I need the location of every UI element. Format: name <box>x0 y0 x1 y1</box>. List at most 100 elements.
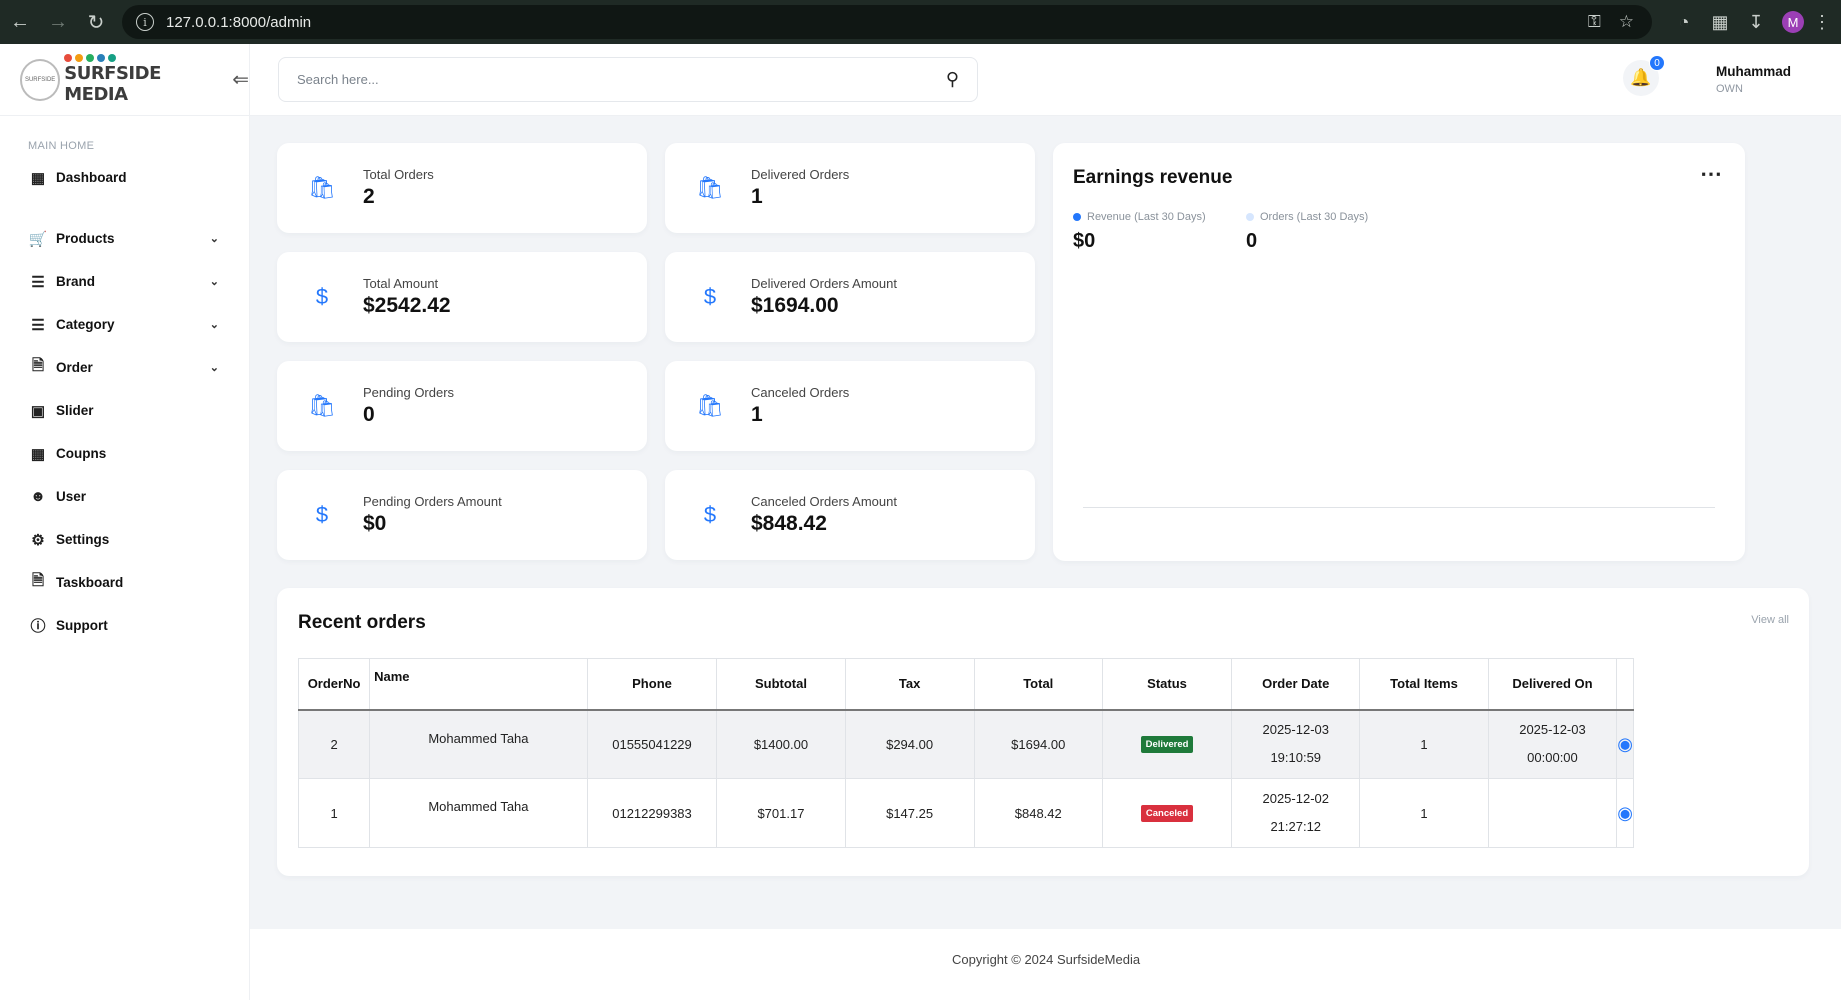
status-badge: Canceled <box>1140 805 1194 822</box>
earnings-title: Earnings revenue <box>1073 167 1233 188</box>
legend-revenue: Revenue (Last 30 Days) <box>1073 211 1206 223</box>
column-header: Order Date <box>1231 658 1361 711</box>
column-header: Phone <box>586 658 718 711</box>
orders-table: OrderNo Name Phone Subtotal Tax Total St… <box>297 658 1634 848</box>
dollar-icon: $ <box>703 284 717 309</box>
table-row: 2 Mohammed Taha 01555041229 $1400.00 $29… <box>297 709 1634 779</box>
profile-avatar[interactable]: M <box>1782 11 1804 33</box>
orders-dot-icon <box>1246 213 1254 221</box>
sidebar-item-slider[interactable]: ▣ Slider <box>28 389 249 432</box>
stat-card-pending-amount: $ Pending Orders Amount $0 <box>277 470 647 560</box>
order-no: 1 <box>297 778 371 848</box>
footer: Copyright © 2024 SurfsideMedia <box>250 929 1841 1000</box>
sidebar-item-brand[interactable]: ☰ Brand ⌄ <box>28 260 249 303</box>
notifications-button[interactable]: 🔔 0 <box>1623 55 1665 96</box>
cart-icon: 🛒 <box>28 230 48 248</box>
column-header: Total <box>973 658 1103 711</box>
grid-icon: ▦ <box>30 169 46 187</box>
total-items: 1 <box>1359 709 1489 779</box>
browser-toolbar: ← → ↻ i 127.0.0.1:8000/admin ⚿ ☆ ◔ ▦ ↧ M… <box>0 0 1841 44</box>
file-plus-icon: 🗎 <box>31 357 45 374</box>
shopping-bag-icon: 🛍 <box>696 175 724 200</box>
layers-icon: ☰ <box>31 316 45 334</box>
star-icon[interactable]: ☆ <box>1619 12 1634 32</box>
back-icon[interactable]: ← <box>2 4 38 40</box>
stat-card-canceled-orders: 🛍 Canceled Orders 1 <box>665 361 1035 451</box>
sidebar-item-products[interactable]: 🛒 Products ⌄ <box>28 217 249 260</box>
address-bar[interactable]: i 127.0.0.1:8000/admin ⚿ ☆ <box>122 5 1652 39</box>
collapse-sidebar-icon[interactable]: ⇐ <box>232 67 249 92</box>
earnings-card: Earnings revenue ⋯ Revenue (Last 30 Days… <box>1053 143 1745 561</box>
extension-icon[interactable]: ◔ <box>1666 12 1702 33</box>
shopping-bag-icon: 🛍 <box>308 175 336 200</box>
stat-card-delivered-orders: 🛍 Delivered Orders 1 <box>665 143 1035 233</box>
key-icon[interactable]: ⚿ <box>1588 12 1601 32</box>
chart-baseline <box>1083 507 1715 508</box>
search-icon[interactable]: ⚲ <box>946 69 959 90</box>
subtotal: $1400.00 <box>716 709 846 779</box>
search-box: ⚲ <box>278 57 978 102</box>
user-menu[interactable]: Muhammad OWN <box>1716 64 1791 95</box>
total-items: 1 <box>1359 778 1489 848</box>
sidebar-item-user[interactable]: ☻ User <box>28 475 249 518</box>
phone: 01555041229 <box>586 709 718 779</box>
download-icon[interactable]: ↧ <box>1738 12 1774 33</box>
search-input[interactable] <box>297 72 946 87</box>
image-icon: ▣ <box>30 402 46 420</box>
column-header: OrderNo <box>297 658 371 711</box>
forward-icon[interactable]: → <box>40 4 76 40</box>
view-order-eye-icon[interactable]: ◉ <box>1617 734 1633 754</box>
sidebar-item-coupns[interactable]: ▦ Coupns <box>28 432 249 475</box>
sidebar-item-dashboard[interactable]: ▦ Dashboard <box>28 156 249 199</box>
order-date: 2025-12-02 21:27:12 <box>1231 778 1361 848</box>
order-no: 2 <box>297 709 371 779</box>
stat-card-total-orders: 🛍 Total Orders 2 <box>277 143 647 233</box>
shopping-bag-icon: 🛍 <box>696 393 724 418</box>
stat-card-canceled-amount: $ Canceled Orders Amount $848.42 <box>665 470 1035 560</box>
more-options-icon[interactable]: ⋯ <box>1700 161 1723 187</box>
puzzle-icon[interactable]: ▦ <box>1702 12 1738 33</box>
table-header-row: OrderNo Name Phone Subtotal Tax Total St… <box>297 658 1634 711</box>
tax: $147.25 <box>844 778 975 848</box>
logo[interactable]: SURFSIDE SURFSIDE MEDIA ⇐ <box>0 44 249 116</box>
chevron-down-icon: ⌄ <box>209 233 219 245</box>
dollar-icon: $ <box>315 284 329 309</box>
sidebar-item-category[interactable]: ☰ Category ⌄ <box>28 303 249 346</box>
view-all-link[interactable]: View all <box>1751 614 1789 626</box>
sidebar-item-order[interactable]: 🗎 Order ⌄ <box>28 346 249 389</box>
orders-value: 0 <box>1246 230 1258 252</box>
view-order-eye-icon[interactable]: ◉ <box>1617 803 1633 823</box>
revenue-dot-icon <box>1073 213 1081 221</box>
reload-icon[interactable]: ↻ <box>78 4 114 40</box>
total: $1694.00 <box>973 709 1103 779</box>
stat-card-delivered-amount: $ Delivered Orders Amount $1694.00 <box>665 252 1035 342</box>
column-header: Subtotal <box>716 658 846 711</box>
dollar-icon: $ <box>703 502 717 527</box>
chevron-down-icon: ⌄ <box>209 362 219 374</box>
user-name: Muhammad <box>1716 64 1792 79</box>
url-text: 127.0.0.1:8000/admin <box>166 13 312 31</box>
order-date: 2025-12-03 19:10:59 <box>1231 709 1361 779</box>
layers-icon: ☰ <box>31 273 45 291</box>
help-icon: ⓘ <box>30 618 46 635</box>
total: $848.42 <box>973 778 1103 848</box>
recent-orders-title: Recent orders <box>298 612 426 633</box>
stat-card-pending-orders: 🛍 Pending Orders 0 <box>277 361 647 451</box>
legend-orders: Orders (Last 30 Days) <box>1246 211 1368 223</box>
site-info-icon[interactable]: i <box>136 13 154 31</box>
status-badge: Delivered <box>1140 736 1194 754</box>
phone: 01212299383 <box>586 778 718 848</box>
logo-emblem-icon: SURFSIDE <box>20 58 61 101</box>
column-header: Total Items <box>1359 658 1489 711</box>
sidebar-item-support[interactable]: ⓘ Support <box>28 604 249 647</box>
sidebar-item-taskboard[interactable]: 🗎 Taskboard <box>28 561 249 604</box>
user-role: OWN <box>1716 83 1743 95</box>
browser-menu-icon[interactable]: ⋮ <box>1812 12 1832 33</box>
chevron-down-icon: ⌄ <box>209 319 219 331</box>
topbar: ⚲ 🔔 0 Muhammad OWN <box>250 44 1841 116</box>
sidebar-item-settings[interactable]: ⚙ Settings <box>28 518 249 561</box>
subtotal: $701.17 <box>716 778 846 848</box>
shopping-bag-icon: 🛍 <box>308 393 336 418</box>
notification-badge: 0 <box>1649 55 1665 71</box>
recent-orders-card: Recent orders View all OrderNo Name Phon… <box>277 588 1809 876</box>
